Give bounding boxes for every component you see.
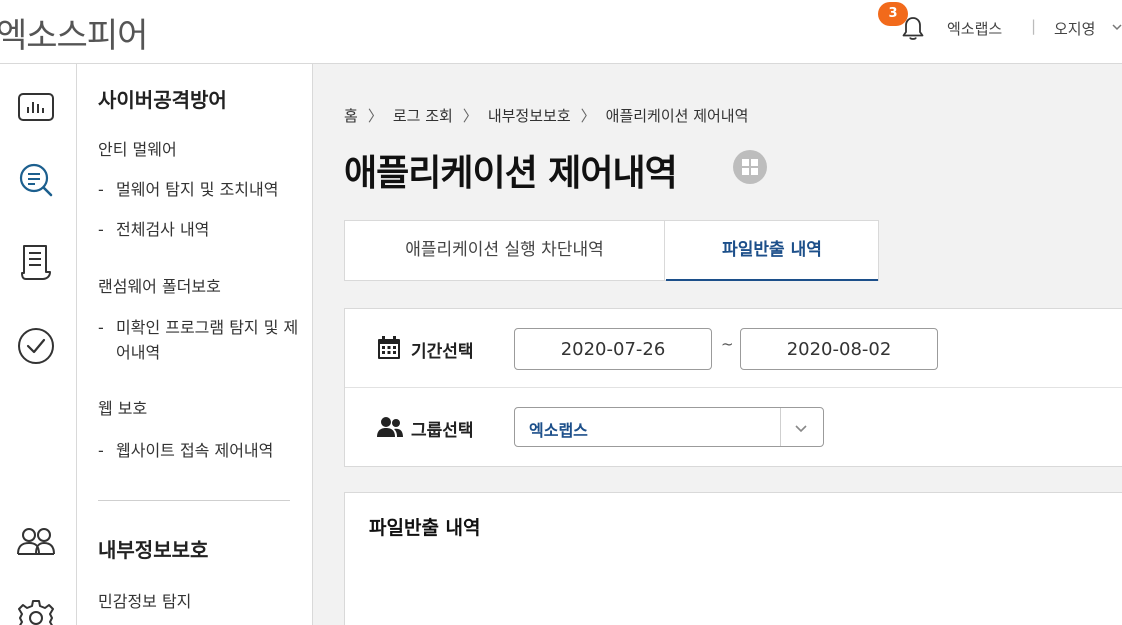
settings-icon bbox=[18, 600, 54, 625]
nav-section-internal-info[interactable]: 내부정보보호 bbox=[98, 534, 208, 563]
top-header: 엑소스피어 3 엑소랩스 | 오지영 bbox=[0, 0, 1122, 64]
nav-item-label: 멀웨어 탐지 및 조치내역 bbox=[116, 180, 279, 199]
nav-item-full-scan[interactable]: - 전체검사 내역 bbox=[98, 217, 303, 242]
windows-os-badge bbox=[733, 150, 767, 184]
tab-bar: 애플리케이션 실행 차단내역 파일반출 내역 bbox=[344, 220, 879, 281]
group-select[interactable]: 엑소랩스 bbox=[514, 407, 824, 447]
nav-dash: - bbox=[98, 441, 104, 460]
chevron-right-icon: 〉 bbox=[367, 107, 383, 125]
app-brand[interactable]: 엑소스피어 bbox=[0, 8, 148, 57]
search-log-icon bbox=[19, 163, 53, 197]
org-name[interactable]: 엑소랩스 bbox=[947, 18, 1002, 39]
results-panel: 파일반출 내역 bbox=[344, 492, 1122, 625]
nav-group-anti-malware[interactable]: 안티 멀웨어 bbox=[98, 136, 177, 160]
rail-users[interactable] bbox=[16, 522, 56, 562]
icon-rail bbox=[0, 64, 77, 625]
user-menu-caret-icon[interactable] bbox=[1112, 22, 1122, 32]
check-icon bbox=[18, 328, 54, 364]
end-date-input[interactable] bbox=[740, 328, 938, 370]
nav-item-malware-detection[interactable]: - 멀웨어 탐지 및 조치내역 bbox=[98, 177, 303, 202]
nav-dash: - bbox=[98, 220, 104, 239]
breadcrumb-current: 애플리케이션 제어내역 bbox=[605, 107, 749, 125]
period-label: 기간선택 bbox=[411, 342, 474, 362]
tab-app-block[interactable]: 애플리케이션 실행 차단내역 bbox=[345, 221, 665, 280]
chevron-right-icon: 〉 bbox=[580, 107, 596, 125]
sub-navigation: 사이버공격방어 안티 멀웨어 - 멀웨어 탐지 및 조치내역 - 전체검사 내역… bbox=[77, 64, 313, 625]
nav-group-ransomware[interactable]: 랜섬웨어 폴더보호 bbox=[98, 273, 221, 297]
rail-report[interactable] bbox=[16, 242, 56, 282]
rail-log-search[interactable] bbox=[16, 160, 56, 200]
users-icon bbox=[17, 528, 55, 555]
group-users-icon bbox=[377, 417, 403, 437]
rail-dashboard[interactable] bbox=[16, 88, 56, 128]
date-range-tilde: ~ bbox=[721, 335, 734, 353]
header-separator: | bbox=[1031, 17, 1037, 35]
calendar-icon bbox=[378, 336, 400, 359]
tab-file-export[interactable]: 파일반출 내역 bbox=[666, 221, 878, 281]
chevron-right-icon: 〉 bbox=[462, 107, 478, 125]
nav-item-label: 웹사이트 접속 제어내역 bbox=[116, 441, 274, 460]
main-content: 홈 〉 로그 조회 〉 내부정보보호 〉 애플리케이션 제어내역 애플리케이션 제어내역 애… bbox=[313, 64, 1122, 625]
rail-settings[interactable] bbox=[16, 598, 56, 625]
rail-check[interactable] bbox=[16, 326, 56, 366]
notification-badge: 3 bbox=[878, 2, 908, 26]
notification-button[interactable]: 3 bbox=[878, 2, 930, 44]
nav-dash: - bbox=[98, 318, 104, 337]
nav-item-sensitive-info[interactable]: 민감정보 탐지 bbox=[98, 588, 191, 612]
filter-row-divider bbox=[345, 387, 1122, 388]
report-icon bbox=[21, 245, 51, 280]
dashboard-icon bbox=[18, 93, 54, 121]
nav-dash: - bbox=[98, 180, 104, 199]
filter-panel: 기간선택 ~ 그룹선택 엑소랩스 bbox=[344, 308, 1122, 467]
nav-item-unknown-program[interactable]: - 미확인 프로그램 탐지 및 제어내역 bbox=[98, 315, 303, 365]
nav-section-cyber-defense[interactable]: 사이버공격방어 bbox=[98, 84, 227, 113]
breadcrumb-home[interactable]: 홈 bbox=[344, 105, 358, 126]
group-select-value: 엑소랩스 bbox=[529, 421, 588, 440]
nav-divider bbox=[98, 500, 290, 501]
breadcrumb: 홈 〉 로그 조회 〉 내부정보보호 〉 애플리케이션 제어내역 bbox=[344, 105, 748, 126]
page-title: 애플리케이션 제어내역 bbox=[344, 153, 678, 194]
group-label: 그룹선택 bbox=[411, 421, 474, 441]
nav-item-website-access[interactable]: - 웹사이트 접속 제어내역 bbox=[98, 438, 303, 463]
breadcrumb-log[interactable]: 로그 조회 bbox=[393, 105, 453, 126]
windows-icon bbox=[742, 159, 758, 175]
nav-group-web-protection[interactable]: 웹 보호 bbox=[98, 395, 147, 419]
start-date-input[interactable] bbox=[514, 328, 712, 370]
select-divider bbox=[780, 408, 781, 446]
results-title: 파일반출 내역 bbox=[369, 517, 481, 539]
nav-item-label: 전체검사 내역 bbox=[116, 220, 210, 239]
breadcrumb-internal-info[interactable]: 내부정보보호 bbox=[488, 105, 571, 126]
chevron-down-icon[interactable] bbox=[793, 420, 809, 436]
user-name[interactable]: 오지영 bbox=[1054, 18, 1095, 39]
nav-item-label: 미확인 프로그램 탐지 및 제어내역 bbox=[116, 318, 299, 362]
